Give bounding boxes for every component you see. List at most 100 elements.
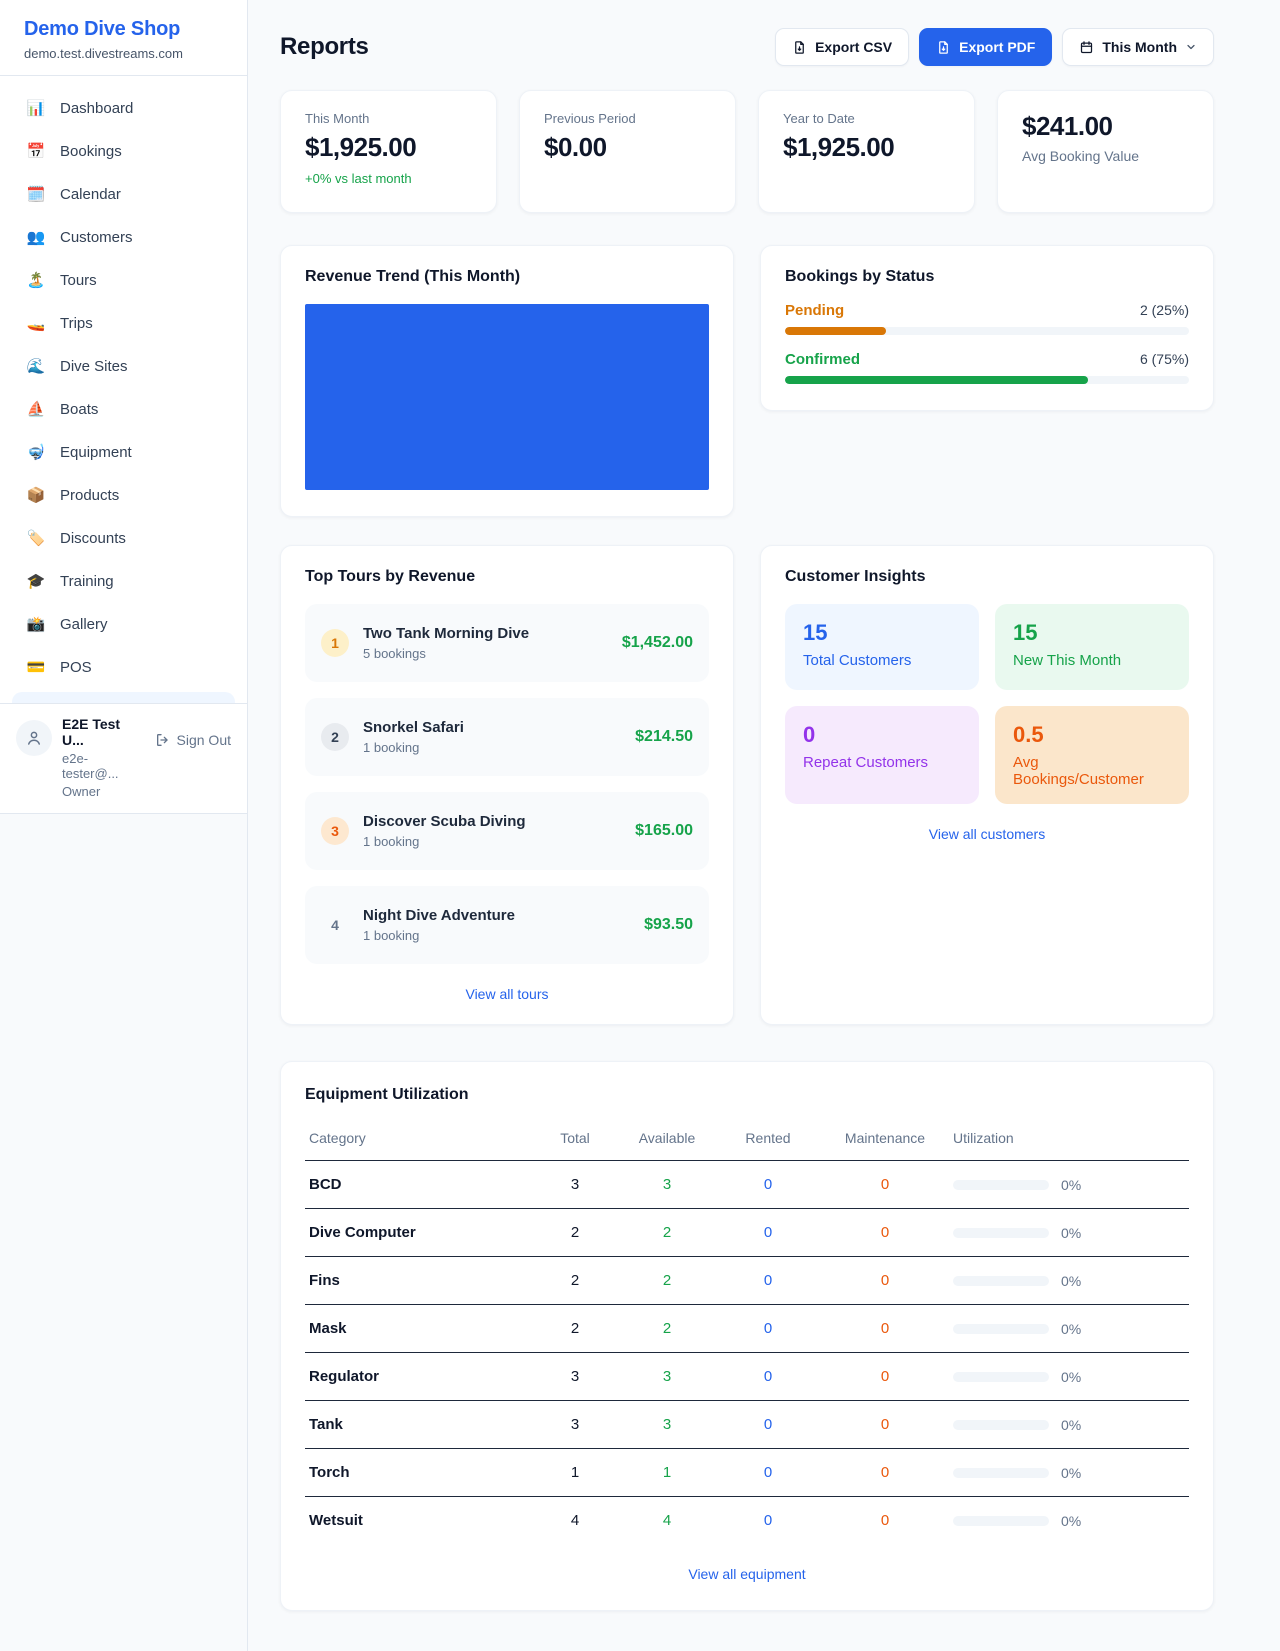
nav-item-label: Dashboard — [60, 100, 133, 117]
sidebar-item-customers[interactable]: 👥 Customers — [12, 219, 235, 255]
nav-item-label: Tours — [60, 272, 97, 289]
tour-list-item: 1 Two Tank Morning Dive 5 bookings $1,45… — [305, 604, 709, 682]
sidebar-item-bookings[interactable]: 📅 Bookings — [12, 133, 235, 169]
column-header-category: Category — [305, 1122, 531, 1161]
column-header-available: Available — [619, 1122, 715, 1161]
view-all-customers-link[interactable]: View all customers — [785, 826, 1189, 842]
cell-total: 2 — [531, 1209, 619, 1257]
tour-rank-badge: 3 — [321, 817, 349, 845]
sidebar-item-tours[interactable]: 🏝️ Tours — [12, 262, 235, 298]
view-all-equipment-link[interactable]: View all equipment — [305, 1566, 1189, 1582]
file-download-icon — [792, 40, 807, 55]
status-bar-fill — [785, 327, 886, 335]
cell-maintenance: 0 — [821, 1353, 949, 1401]
tour-bookings-count: 1 booking — [363, 740, 621, 755]
stats-row: This Month $1,925.00 +0% vs last month P… — [280, 90, 1214, 213]
cell-utilization: 0% — [949, 1449, 1189, 1497]
pos-icon: 💳 — [26, 658, 46, 676]
sidebar-item-calendar[interactable]: 🗓️ Calendar — [12, 176, 235, 212]
utilization-bar-track — [953, 1324, 1049, 1334]
cell-utilization: 0% — [949, 1401, 1189, 1449]
cell-category: BCD — [305, 1161, 531, 1209]
cell-rented: 0 — [715, 1449, 821, 1497]
utilization-bar-track — [953, 1516, 1049, 1526]
cell-total: 3 — [531, 1161, 619, 1209]
cell-category: Wetsuit — [305, 1497, 531, 1545]
cell-utilization: 0% — [949, 1353, 1189, 1401]
user-panel: E2E Test U... e2e-tester@... Owner Sign … — [0, 703, 247, 813]
table-row: Mask 2 2 0 0 0% — [305, 1305, 1189, 1353]
customer-insights-title: Customer Insights — [785, 568, 1189, 586]
cell-maintenance: 0 — [821, 1161, 949, 1209]
sidebar-item-pos[interactable]: 💳 POS — [12, 649, 235, 685]
customers-icon: 👥 — [26, 228, 46, 246]
cell-available: 1 — [619, 1449, 715, 1497]
bookings-by-status-card: Bookings by Status Pending 2 (25%) Confi… — [760, 245, 1214, 411]
tour-list-item: 2 Snorkel Safari 1 booking $214.50 — [305, 698, 709, 776]
export-pdf-button[interactable]: Export PDF — [919, 28, 1052, 66]
view-all-tours-link[interactable]: View all tours — [305, 986, 709, 1002]
insight-tile: 15 New This Month — [995, 604, 1189, 690]
dashboard-icon: 📊 — [26, 99, 46, 117]
nav-item-label: Equipment — [60, 444, 132, 461]
tours-icon: 🏝️ — [26, 271, 46, 289]
sidebar-item-trips[interactable]: 🚤 Trips — [12, 305, 235, 341]
insight-value: 15 — [1013, 620, 1171, 646]
stat-value: $1,925.00 — [305, 132, 472, 163]
revenue-trend-title: Revenue Trend (This Month) — [305, 268, 709, 286]
nav-item-label: POS — [60, 659, 92, 676]
status-count: 6 (75%) — [1140, 351, 1189, 367]
tour-list-item: 3 Discover Scuba Diving 1 booking $165.0… — [305, 792, 709, 870]
cell-category: Torch — [305, 1449, 531, 1497]
utilization-percent: 0% — [1061, 1273, 1081, 1289]
cell-rented: 0 — [715, 1497, 821, 1545]
cell-total: 2 — [531, 1257, 619, 1305]
sign-out-button[interactable]: Sign Out — [155, 732, 231, 748]
products-icon: 📦 — [26, 486, 46, 504]
sidebar-item-dive-sites[interactable]: 🌊 Dive Sites — [12, 348, 235, 384]
bookings-by-status-title: Bookings by Status — [785, 268, 1189, 286]
stat-label: Year to Date — [783, 111, 950, 126]
sidebar-item-equipment[interactable]: 🤿 Equipment — [12, 434, 235, 470]
tour-bookings-count: 5 bookings — [363, 646, 608, 661]
avatar — [16, 720, 52, 756]
tour-revenue: $214.50 — [635, 728, 693, 746]
tour-name: Discover Scuba Diving — [363, 813, 621, 830]
insight-value: 0 — [803, 722, 961, 748]
utilization-bar-track — [953, 1180, 1049, 1190]
training-icon: 🎓 — [26, 572, 46, 590]
sidebar-item-discounts[interactable]: 🏷️ Discounts — [12, 520, 235, 556]
tour-rank-badge: 1 — [321, 629, 349, 657]
utilization-percent: 0% — [1061, 1177, 1081, 1193]
sidebar-item-gallery[interactable]: 📸 Gallery — [12, 606, 235, 642]
utilization-percent: 0% — [1061, 1369, 1081, 1385]
stat-value: $0.00 — [544, 132, 711, 163]
user-email: e2e-tester@... — [62, 751, 145, 781]
period-select[interactable]: This Month — [1062, 28, 1214, 66]
sidebar-item-training[interactable]: 🎓 Training — [12, 563, 235, 599]
stat-label: Previous Period — [544, 111, 711, 126]
tour-name: Two Tank Morning Dive — [363, 625, 608, 642]
sidebar-item-reports-partial[interactable] — [12, 692, 235, 703]
utilization-percent: 0% — [1061, 1417, 1081, 1433]
stat-label: This Month — [305, 111, 472, 126]
sidebar-item-dashboard[interactable]: 📊 Dashboard — [12, 90, 235, 126]
nav-item-label: Products — [60, 487, 119, 504]
cell-available: 2 — [619, 1209, 715, 1257]
cell-rented: 0 — [715, 1353, 821, 1401]
insight-value: 0.5 — [1013, 722, 1171, 748]
gallery-icon: 📸 — [26, 615, 46, 633]
sidebar: Demo Dive Shop demo.test.divestreams.com… — [0, 0, 248, 1651]
table-row: Regulator 3 3 0 0 0% — [305, 1353, 1189, 1401]
sidebar-item-boats[interactable]: ⛵ Boats — [12, 391, 235, 427]
status-count: 2 (25%) — [1140, 302, 1189, 318]
sidebar-item-products[interactable]: 📦 Products — [12, 477, 235, 513]
utilization-percent: 0% — [1061, 1465, 1081, 1481]
utilization-percent: 0% — [1061, 1513, 1081, 1529]
cell-utilization: 0% — [949, 1497, 1189, 1545]
nav-item-label: Dive Sites — [60, 358, 128, 375]
export-csv-button[interactable]: Export CSV — [775, 28, 909, 66]
tour-list-item: 4 Night Dive Adventure 1 booking $93.50 — [305, 886, 709, 964]
table-row: BCD 3 3 0 0 0% — [305, 1161, 1189, 1209]
cell-total: 3 — [531, 1353, 619, 1401]
